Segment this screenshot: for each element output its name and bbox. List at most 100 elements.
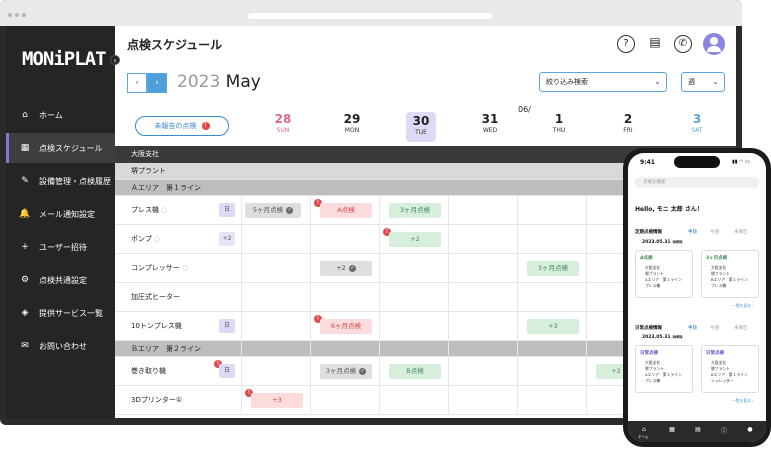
equipment-name[interactable]: 3Dプリンター①: [131, 386, 182, 414]
tab-week[interactable]: 今週: [710, 325, 719, 331]
sidebar-item-schedule[interactable]: ▦ 点検スケジュール: [6, 133, 115, 163]
user-icon[interactable]: ●: [746, 426, 754, 434]
address-bar[interactable]: [248, 13, 492, 19]
sidebar-item-services[interactable]: ◈ 提供サービス一覧: [6, 298, 115, 328]
app-logo[interactable]: MONiPLAT: [22, 48, 107, 70]
day-header-fri[interactable]: 2 FRI: [613, 112, 643, 134]
stage: MONiPLAT ⌂ ホーム ▦ 点検スケジュール ✎ 設備管理・点検履歴 🔔 …: [0, 0, 771, 449]
inspection-card[interactable]: 日常点検 大阪支社 堺プラント Bエリア 第１ライン シュレッダー: [701, 345, 759, 393]
check-icon: ✓: [348, 264, 356, 272]
calendar-icon[interactable]: ▦: [668, 426, 676, 434]
help-icon[interactable]: ?: [617, 35, 635, 53]
daily-tag[interactable]: 日: [219, 364, 235, 378]
day-number: 31: [481, 112, 499, 126]
weekday-label: TUE: [415, 129, 427, 136]
weekday-label: SAT: [691, 127, 703, 134]
sidebar-item-mail-settings[interactable]: 🔔 メール通知設定: [6, 199, 115, 229]
inspection-chip[interactable]: 3ヶ月点検 ✓: [320, 364, 372, 379]
sidebar-item-label: メール通知設定: [39, 209, 95, 219]
sensor-icon: ◌: [154, 235, 161, 243]
home-icon[interactable]: ⌂: [640, 426, 648, 434]
window-dot: [8, 13, 12, 17]
filter-select-label: 絞り込み検索: [546, 78, 588, 86]
day-number: 30: [412, 114, 430, 128]
inspection-chip[interactable]: 3ヶ月点検: [527, 261, 579, 276]
more-tag[interactable]: +2: [219, 232, 235, 246]
tab-today[interactable]: 今日: [688, 325, 697, 331]
column-divider: [241, 196, 242, 415]
column-divider: [448, 196, 449, 415]
window-dot: [22, 13, 26, 17]
sidebar-item-contact[interactable]: ✉ お問い合わせ: [6, 331, 115, 361]
greeting: Hello, モニ 太郎 さん！: [635, 206, 703, 213]
column-divider: [379, 196, 380, 415]
unreported-label: 未報告の点検: [154, 122, 197, 130]
inspection-chip[interactable]: +2 ✓: [320, 261, 372, 276]
inspection-chip[interactable]: B点検: [389, 364, 441, 379]
inspection-chip[interactable]: 3ヶ月点検: [389, 203, 441, 218]
day-header-mon[interactable]: 29 MON: [337, 112, 367, 134]
day-header-sat[interactable]: 3 SAT: [682, 112, 712, 134]
date-label: 2023.05.31 WED: [642, 240, 684, 245]
phone-frame: 9:41 ▮▮ ◠ ▭ 点検を検索 Hello, モニ 太郎 さん！ 定期点検情…: [623, 148, 771, 447]
equipment-name[interactable]: 巻き取り機: [131, 357, 166, 385]
list-icon[interactable]: ▤: [694, 426, 702, 434]
inspection-card[interactable]: 3ヶ月点検 大阪支社 堺プラント Bエリア 第１ライン プレス機: [701, 250, 759, 298]
info-icon[interactable]: ⓘ: [720, 426, 728, 435]
sidebar-item-common-settings[interactable]: ⚙ 点検共通設定: [6, 265, 115, 295]
megaphone-icon[interactable]: ✆: [674, 35, 692, 53]
tab-unreported[interactable]: 未報告: [734, 229, 748, 235]
day-header-wed[interactable]: 31 WED: [475, 112, 505, 134]
inspection-chip[interactable]: A点検: [320, 203, 372, 218]
see-all-link[interactable]: 一覧を見る ›: [732, 398, 754, 404]
equipment-name[interactable]: 10トンプレス機: [131, 312, 182, 340]
sidebar-item-equipment[interactable]: ✎ 設備管理・点検履歴: [6, 166, 115, 196]
prev-week-button[interactable]: ‹: [127, 73, 147, 93]
date-label: 2023.05.31 WED: [642, 335, 684, 340]
sidebar-item-home[interactable]: ⌂ ホーム: [6, 100, 115, 130]
sidebar-item-label: 提供サービス一覧: [39, 308, 103, 318]
chevron-down-icon: ⌄: [712, 77, 719, 86]
daily-tag[interactable]: 日: [219, 203, 235, 217]
next-week-button[interactable]: ›: [147, 73, 167, 93]
phone-notch: [674, 156, 720, 168]
inspection-chip[interactable]: +3: [251, 393, 303, 408]
inspection-card[interactable]: 日常点検 大阪支社 堺プラント Aエリア 第１ライン プレス機: [635, 345, 693, 393]
equipment-name[interactable]: プレス機 ◌: [131, 196, 167, 224]
view-select[interactable]: 週 ⌄: [681, 72, 725, 92]
chevron-down-icon: ⌄: [654, 77, 661, 86]
equipment-name[interactable]: ポンプ ◌: [131, 225, 160, 253]
document-icon[interactable]: ▤: [646, 35, 664, 53]
day-number: 1: [554, 112, 564, 126]
inspection-chip[interactable]: 5ヶ月点検 ✓: [245, 203, 301, 218]
equipment-name[interactable]: コンプレッサー ◌: [131, 254, 188, 282]
see-all-link[interactable]: 一覧を見る ›: [732, 303, 754, 309]
tab-week[interactable]: 今週: [710, 229, 719, 235]
chevron-left-icon[interactable]: ‹: [110, 55, 120, 65]
tab-unreported[interactable]: 未報告: [734, 325, 748, 331]
sidebar-item-invite[interactable]: + ユーザー招待: [6, 232, 115, 262]
search-input[interactable]: 点検を検索: [635, 177, 759, 188]
view-select-label: 週: [688, 78, 695, 86]
inspection-chip[interactable]: 6ヶ月点検: [320, 319, 372, 334]
unreported-button[interactable]: 未報告の点検 !: [135, 116, 229, 136]
day-header-thu[interactable]: 1 THU: [544, 112, 574, 134]
filter-select[interactable]: 絞り込み検索 ⌄: [539, 72, 667, 92]
section-title: 日常点検情報: [635, 326, 662, 331]
card-title: 日常点検: [640, 351, 658, 356]
tab-today[interactable]: 今日: [688, 229, 697, 235]
day-header-tue[interactable]: 30 TUE: [406, 112, 436, 142]
day-header-sun[interactable]: 28 SUN: [268, 112, 298, 134]
sidebar: MONiPLAT ⌂ ホーム ▦ 点検スケジュール ✎ 設備管理・点検履歴 🔔 …: [6, 26, 115, 418]
current-year: 2023: [177, 72, 221, 92]
inspection-chip[interactable]: +3: [527, 319, 579, 334]
daily-tag[interactable]: 日: [219, 319, 235, 333]
sidebar-item-label: 点検共通設定: [39, 275, 87, 285]
inspection-chip[interactable]: +2: [389, 232, 441, 247]
avatar[interactable]: [703, 33, 725, 55]
check-icon: ✓: [286, 206, 294, 214]
day-number: 28: [274, 112, 292, 126]
inspection-card[interactable]: A点検 大阪支社 堺プラント Aエリア 第１ライン プレス機: [635, 250, 693, 298]
weekday-label: SUN: [276, 127, 290, 134]
equipment-name[interactable]: 加圧式ヒーター: [131, 283, 180, 311]
